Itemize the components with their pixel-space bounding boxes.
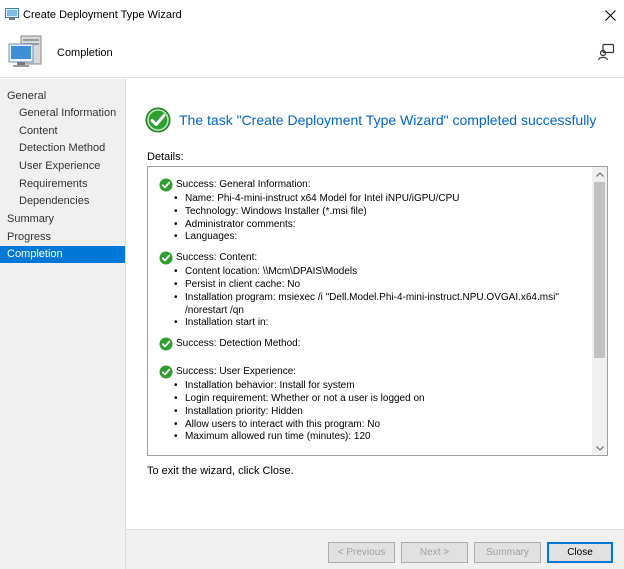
nav-item-progress[interactable]: Progress (0, 229, 125, 246)
nav-item-content[interactable]: Content (0, 123, 125, 140)
detail-item: Content location: \\Mcm\DPAIS\Models (174, 266, 593, 279)
section-heading: Success: Content: (176, 252, 258, 264)
success-check-icon (145, 107, 171, 133)
title-bar: Create Deployment Type Wizard (0, 0, 624, 30)
nav-item-completion[interactable]: Completion (0, 246, 125, 263)
close-window-button[interactable] (598, 4, 622, 26)
details-scrollbar[interactable] (592, 167, 607, 455)
detail-item: Maximum allowed run time (minutes): 120 (174, 431, 593, 444)
section-heading: Success: User Experience: (176, 366, 297, 378)
chevron-up-icon (595, 171, 604, 177)
detail-item: Name: Phi-4-mini-instruct x64 Model for … (174, 193, 593, 206)
details-textbox[interactable]: Success: General Information: Name: Phi-… (147, 166, 608, 456)
detail-item: Languages: (174, 231, 593, 244)
previous-button[interactable]: < Previous (328, 542, 395, 563)
details-section-general-information: Success: General Information: Name: Phi-… (159, 176, 593, 244)
scroll-up-button[interactable] (592, 167, 607, 181)
chevron-down-icon (595, 445, 604, 451)
success-check-icon (159, 251, 173, 265)
nav-item-requirements[interactable]: Requirements (0, 176, 125, 193)
detail-item: Persist in client cache: No (174, 279, 593, 292)
success-check-icon (159, 337, 173, 351)
details-label: Details: (147, 151, 184, 163)
scroll-down-button[interactable] (592, 441, 607, 455)
detail-item: Installation priority: Hidden (174, 406, 593, 419)
nav-item-general-information[interactable]: General Information (0, 105, 125, 122)
completion-status-message: The task "Create Deployment Type Wizard"… (179, 112, 597, 128)
exit-instructions: To exit the wizard, click Close. (147, 465, 294, 477)
section-heading: Success: General Information: (176, 179, 311, 190)
wizard-steps-sidebar: General General Information Content Dete… (0, 79, 126, 569)
details-content: Success: General Information: Name: Phi-… (148, 167, 593, 455)
wizard-header: Completion (0, 30, 624, 78)
wizard-app-icon (5, 8, 19, 20)
detail-item: Installation behavior: Install for syste… (174, 380, 593, 393)
next-button[interactable]: Next > (401, 542, 468, 563)
success-check-icon (159, 365, 173, 379)
computer-icon (8, 35, 42, 67)
detail-item: Administrator comments: (174, 219, 593, 232)
feedback-icon[interactable] (597, 43, 615, 61)
close-icon (604, 9, 616, 21)
nav-item-dependencies[interactable]: Dependencies (0, 193, 125, 210)
nav-item-user-experience[interactable]: User Experience (0, 158, 125, 175)
success-check-icon (159, 178, 173, 191)
detail-item: Login requirement: Whether or not a user… (174, 393, 593, 406)
detail-item: Technology: Windows Installer (*.msi fil… (174, 206, 593, 219)
detail-item: Allow users to interact with this progra… (174, 419, 593, 432)
details-section-detection-method: Success: Detection Method: (159, 335, 593, 352)
detail-item: Installation program: msiexec /i "Dell.M… (174, 292, 593, 318)
details-section-content: Success: Content: Content location: \\Mc… (159, 249, 593, 330)
nav-item-summary[interactable]: Summary (0, 211, 125, 228)
scroll-thumb[interactable] (594, 182, 605, 358)
nav-item-general[interactable]: General (0, 88, 125, 105)
details-section-user-experience: Success: User Experience: Installation b… (159, 363, 593, 444)
nav-item-detection-method[interactable]: Detection Method (0, 140, 125, 157)
summary-button[interactable]: Summary (474, 542, 541, 563)
section-heading: Success: Detection Method: (176, 338, 301, 350)
detail-item: Installation start in: (174, 317, 593, 330)
window-title: Create Deployment Type Wizard (23, 9, 182, 21)
close-button[interactable]: Close (547, 542, 613, 563)
page-title: Completion (57, 47, 113, 59)
